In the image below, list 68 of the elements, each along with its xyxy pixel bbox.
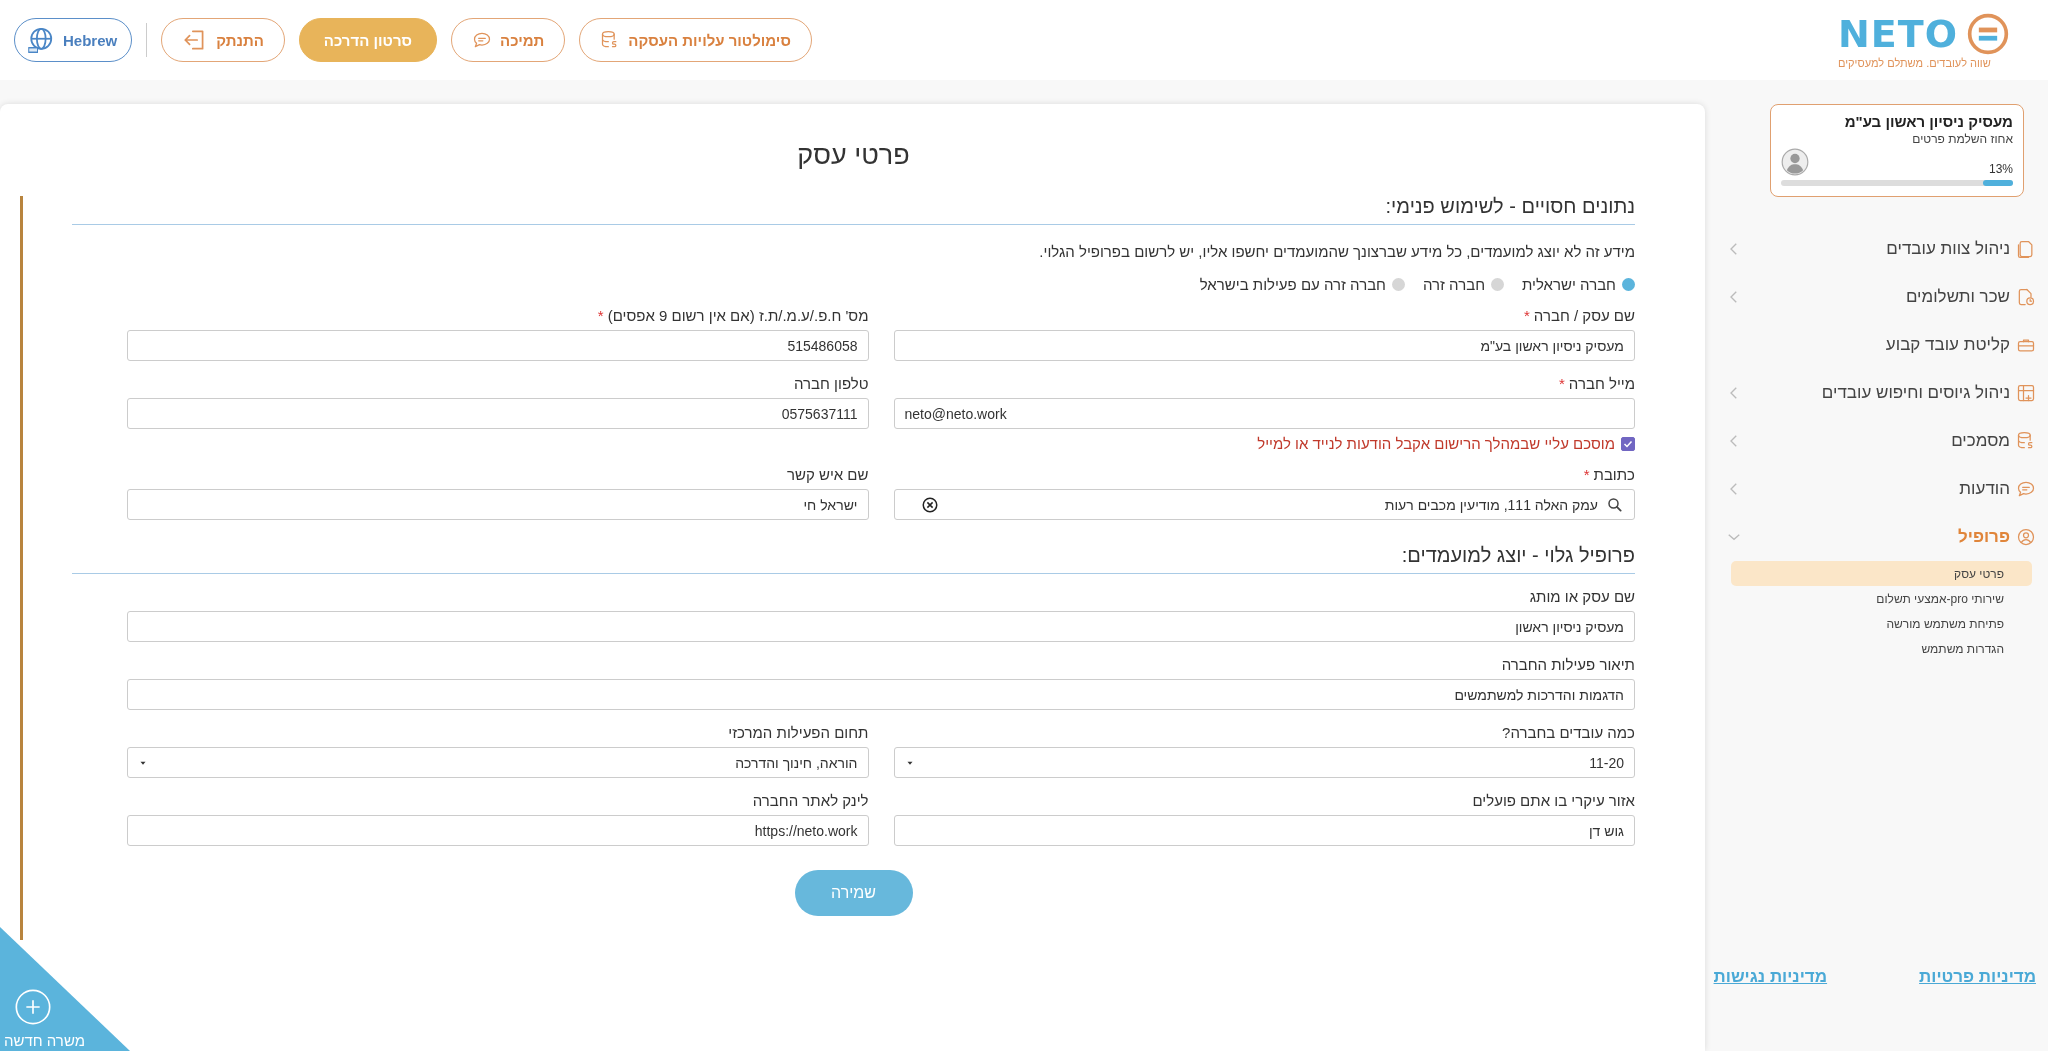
submenu-item[interactable]: פרטי עסק bbox=[1731, 561, 2032, 586]
field-label: שם איש קשר bbox=[786, 466, 869, 483]
page-title: פרטי עסק bbox=[796, 140, 911, 171]
info-text: מידע זה לא יוצג למועמדים, כל מידע שברצונך שהמועמדים יחשפו אליו, יש לרשום בפרופיל הגלוי. bbox=[1038, 243, 1635, 260]
checkbox[interactable] bbox=[1621, 436, 1635, 451]
menu-item[interactable]: שכר ותשלומים bbox=[1715, 273, 2036, 321]
input-field[interactable]: מעסיק ניסיון ראשון bbox=[127, 611, 1635, 642]
menu-item[interactable]: ניהול גיוסים וחיפוש עובדים bbox=[1715, 369, 2036, 417]
field-label: טלפון חברה bbox=[794, 375, 869, 392]
user-icon bbox=[2016, 527, 2036, 547]
search-icon bbox=[1606, 495, 1624, 514]
checkbox-label[interactable]: מוסכם עליי שבמהלך הרישום אקבל הודעות לנייד או למייל bbox=[1257, 435, 1615, 452]
radio-button[interactable] bbox=[1491, 278, 1504, 291]
address-input[interactable]: עמק האלה 111, מודיעין מכבים רעות bbox=[946, 496, 1598, 513]
field-label: תיאור פעילות החברה bbox=[1501, 656, 1635, 673]
field-label: שם עסק / חברה bbox=[1533, 307, 1635, 324]
logo-wordmark: NETO bbox=[1838, 14, 1958, 53]
file-clock-icon bbox=[2016, 287, 2036, 307]
globe-icon bbox=[25, 25, 55, 55]
submenu-item[interactable]: שירותי pro-אמצעי תשלום bbox=[1731, 586, 2032, 611]
input-field[interactable]: גוש דן bbox=[893, 815, 1635, 846]
chat-icon bbox=[472, 30, 492, 50]
radio-label[interactable]: חברה זרה bbox=[1423, 276, 1485, 293]
field-label: כתובת bbox=[1593, 466, 1635, 483]
submenu-item[interactable]: פתיחת משתמש מורשה bbox=[1731, 611, 2032, 636]
field-label: אזור עיקרי בו אתם פועלים bbox=[1472, 792, 1635, 809]
field-label: תחום הפעילות המרכזי bbox=[728, 724, 869, 741]
input-field[interactable]: הדגמות והדרכות למשתמשים bbox=[127, 679, 1635, 710]
progress-percent: 13% bbox=[1988, 162, 2013, 176]
section-heading: נתונים חסויים - לשימוש פנימי: bbox=[72, 195, 1635, 225]
search-field[interactable]: עמק האלה 111, מודיעין מכבים רעות bbox=[893, 489, 1635, 520]
plus-icon bbox=[13, 987, 53, 1027]
company-name: מעסיק ניסיון ראשון בע"מ bbox=[1843, 113, 2013, 130]
input-field[interactable]: 0575637111 bbox=[127, 398, 869, 429]
required-mark: * bbox=[1559, 375, 1565, 392]
field-label: מס' ח.פ./ע.מ./ת.ז (אם אין רשום 9 אפסים) bbox=[607, 307, 869, 324]
menu-item[interactable]: הודעות bbox=[1715, 465, 2036, 513]
menu-item[interactable]: מסמכים bbox=[1715, 417, 2036, 465]
menu-item[interactable]: ניהול צוות עובדים bbox=[1715, 225, 2036, 273]
field-label: כמה עובדים בחברה? bbox=[1502, 724, 1635, 741]
input-field[interactable]: 515486058 bbox=[127, 330, 869, 361]
field-label: מייל חברה bbox=[1568, 375, 1635, 392]
radio-button[interactable] bbox=[1622, 278, 1635, 291]
progress-caption: אחוז השלמת פרטים bbox=[1911, 132, 2013, 146]
dropdown[interactable]: 11-20 bbox=[893, 747, 1635, 778]
required-mark: * bbox=[597, 307, 604, 324]
section-heading: פרופיל גלוי - יוצג למועמדים: bbox=[72, 544, 1635, 574]
table-icon bbox=[2016, 383, 2036, 403]
dropdown[interactable]: הוראה, חינוך והדרכה bbox=[127, 747, 869, 778]
menu-item[interactable]: קליטת עובד קבוע bbox=[1715, 321, 2036, 369]
radio-button[interactable] bbox=[1392, 278, 1405, 291]
clear-icon[interactable] bbox=[920, 495, 939, 514]
required-mark: * bbox=[1583, 466, 1590, 483]
field-label: לינק לאתר החברה bbox=[752, 792, 869, 809]
logo-icon bbox=[1966, 11, 2010, 56]
logo-tagline: שווה לעובדים. משתלם למעסיקים bbox=[1838, 56, 1991, 69]
submenu-item[interactable]: הגדרות משתמש bbox=[1731, 636, 2032, 661]
required-mark: * bbox=[1524, 307, 1530, 324]
language-button[interactable]: Hebrew bbox=[14, 18, 133, 62]
input-field[interactable]: מעסיק ניסיון ראשון בע"מ bbox=[893, 330, 1635, 361]
chat-icon bbox=[2016, 479, 2036, 499]
input-field[interactable]: https://neto.work bbox=[127, 815, 869, 846]
radio-label[interactable]: חברה ישראלית bbox=[1522, 276, 1616, 293]
input-field[interactable]: ישראל חי bbox=[127, 489, 869, 520]
radio-label[interactable]: חברה זרה עם פעילות בישראל bbox=[1199, 276, 1386, 293]
input-field[interactable]: neto@neto.work bbox=[893, 398, 1635, 429]
avatar-icon bbox=[1781, 148, 1809, 176]
field-label: שם עסק או מותג bbox=[1529, 588, 1635, 605]
